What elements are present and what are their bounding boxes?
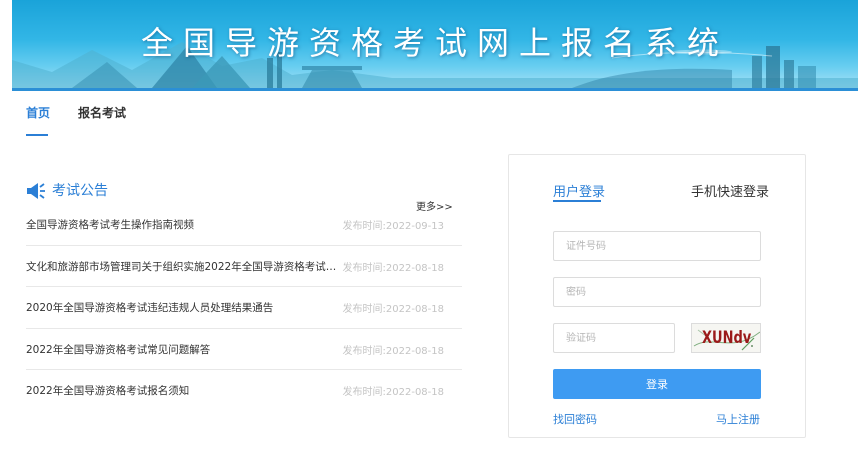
banner-title: 全国导游资格考试网上报名系统 — [140, 24, 729, 62]
notice-date: 发布时间:2022-08-18 — [342, 304, 444, 315]
register-link[interactable]: 马上注册 — [716, 411, 760, 427]
captcha-image[interactable]: XUNdv — [691, 323, 761, 353]
megaphone-icon — [27, 183, 45, 199]
notice-header: 考试公告 — [26, 180, 446, 204]
list-item[interactable]: 全国导游资格考试考生操作指南视频 发布时间:2022-09-13 — [26, 204, 462, 246]
banner-divider — [12, 88, 858, 91]
captcha-input[interactable] — [553, 323, 675, 353]
notice-title[interactable]: 2022年全国导游资格考试报名须知 — [26, 383, 338, 398]
notice-title[interactable]: 2022年全国导游资格考试常见问题解答 — [26, 342, 338, 357]
list-item[interactable]: 文化和旅游部市场管理司关于组织实施2022年全国导游资格考试的通知 发布时间:2… — [26, 246, 462, 287]
nav-item-home[interactable]: 首页 — [26, 104, 50, 121]
password-input[interactable] — [553, 277, 761, 307]
notice-list: 全国导游资格考试考生操作指南视频 发布时间:2022-09-13 文化和旅游部市… — [26, 204, 462, 412]
list-item[interactable]: 2022年全国导游资格考试常见问题解答 发布时间:2022-08-18 — [26, 329, 462, 370]
tab-phone-login[interactable]: 手机快速登录 — [691, 181, 769, 200]
notice-title[interactable]: 全国导游资格考试考生操作指南视频 — [26, 217, 338, 232]
header-banner: 全国导游资格考试网上报名系统 — [12, 0, 858, 88]
forgot-password-link[interactable]: 找回密码 — [553, 411, 597, 427]
tab-active-indicator — [553, 200, 601, 202]
list-item[interactable]: 2020年全国导游资格考试违纪违规人员处理结果通告 发布时间:2022-08-1… — [26, 287, 462, 329]
login-panel: 用户登录 手机快速登录 XUNdv 登录 找回密码 马上注册 — [508, 154, 806, 438]
notice-date: 发布时间:2022-08-18 — [342, 387, 444, 398]
tab-user-login[interactable]: 用户登录 — [553, 181, 605, 200]
captcha-text: XUNdv — [702, 328, 752, 348]
id-number-input[interactable] — [553, 231, 761, 261]
notice-title[interactable]: 文化和旅游部市场管理司关于组织实施2022年全国导游资格考试的通知 — [26, 259, 338, 274]
notice-title[interactable]: 2020年全国导游资格考试违纪违规人员处理结果通告 — [26, 300, 338, 315]
login-button[interactable]: 登录 — [553, 369, 761, 399]
notice-section-title: 考试公告 — [52, 183, 108, 199]
notice-date: 发布时间:2022-08-18 — [342, 345, 444, 357]
notice-date: 发布时间:2022-09-13 — [342, 221, 444, 232]
list-item[interactable]: 2022年全国导游资格考试报名须知 发布时间:2022-08-18 — [26, 370, 462, 412]
nav-active-indicator — [26, 134, 48, 136]
nav-item-exam-registration[interactable]: 报名考试 — [78, 104, 126, 121]
notice-date: 发布时间:2022-08-18 — [342, 262, 444, 274]
